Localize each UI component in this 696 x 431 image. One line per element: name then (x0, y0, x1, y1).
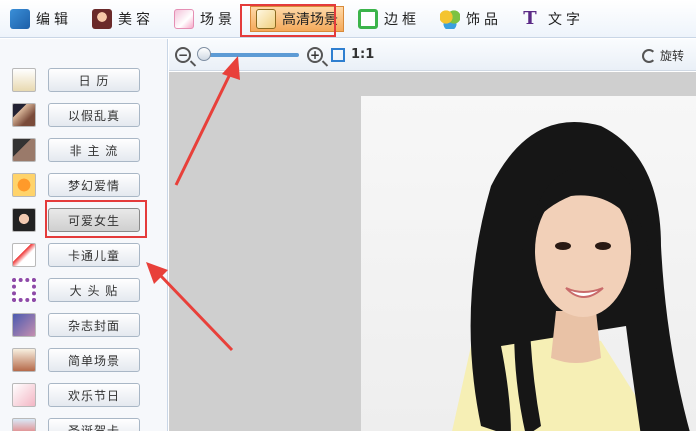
sidebar-item-simple-scene[interactable]: 简单场景 (12, 347, 162, 373)
sidebar-item-holiday[interactable]: 欢乐节日 (12, 382, 162, 408)
sidebar-button[interactable]: 杂志封面 (48, 313, 140, 337)
text-icon: T (523, 8, 541, 29)
sidebar-item-dream-love[interactable]: 梦幻爱情 (12, 172, 162, 198)
scene-category-sidebar: 日 历 以假乱真 非 主 流 梦幻爱情 可爱女生 卡通儿童 大 头 贴 杂志封面… (0, 39, 168, 431)
sidebar-item-christmas-card[interactable]: 圣诞贺卡 (12, 417, 162, 431)
magazine-thumbnail-icon (12, 313, 36, 337)
sidebar-button-selected[interactable]: 可爱女生 (48, 208, 140, 232)
portrait-photo (452, 122, 690, 431)
frame-icon (358, 8, 378, 29)
photo-sticker-thumbnail-icon (12, 278, 36, 302)
tab-hd-scene-label: 高清场景 (282, 11, 338, 28)
tab-beauty[interactable]: 美容 (86, 6, 160, 32)
sidebar-button[interactable]: 日 历 (48, 68, 140, 92)
calendar-thumbnail-icon (12, 68, 36, 92)
edit-icon (10, 8, 30, 29)
non-mainstream-thumbnail-icon (12, 138, 36, 162)
sidebar-button[interactable]: 卡通儿童 (48, 243, 140, 267)
sidebar-button[interactable]: 简单场景 (48, 348, 140, 372)
tab-scene-label: 场景 (200, 11, 236, 28)
holiday-thumbnail-icon (12, 383, 36, 407)
zoom-in-glyph: + (309, 47, 321, 62)
left-eye (555, 242, 571, 250)
rotate-icon (641, 48, 656, 63)
tab-decoration[interactable]: 饰品 (434, 6, 508, 32)
sidebar-button[interactable]: 大 头 贴 (48, 278, 140, 302)
tab-text[interactable]: T 文字 (516, 6, 590, 32)
tab-beauty-label: 美容 (118, 11, 154, 28)
beauty-icon (92, 8, 112, 29)
sidebar-item-non-mainstream[interactable]: 非 主 流 (12, 137, 162, 163)
zoom-slider-handle[interactable] (197, 46, 211, 61)
photo-canvas (169, 72, 696, 431)
main-toolbar: 编辑 美容 场景 高清场景 边框 饰品 T 文字 (0, 0, 696, 38)
rotate-label: 旋转 (659, 49, 684, 63)
sidebar-item-realistic[interactable]: 以假乱真 (12, 102, 162, 128)
tab-edit-label: 编辑 (36, 11, 72, 28)
tab-scene[interactable]: 场景 (168, 6, 242, 32)
tab-edit[interactable]: 编辑 (4, 6, 78, 32)
cute-girl-thumbnail-icon (12, 208, 36, 232)
tab-hd-scene[interactable]: 高清场景 (250, 5, 344, 32)
hd-scene-icon (256, 8, 276, 29)
sidebar-button[interactable]: 欢乐节日 (48, 383, 140, 407)
decoration-icon (440, 8, 460, 29)
sidebar-item-photo-sticker[interactable]: 大 头 贴 (12, 277, 162, 303)
rotate-button[interactable]: 旋转 (641, 47, 684, 64)
realistic-thumbnail-icon (12, 103, 36, 127)
sidebar-item-cute-girl[interactable]: 可爱女生 (12, 207, 162, 233)
photo-preview (361, 96, 696, 431)
neck-shape (551, 311, 601, 363)
sidebar-item-calendar[interactable]: 日 历 (12, 67, 162, 93)
christmas-thumbnail-icon (12, 418, 36, 431)
viewer-toolbar: − + 1:1 旋转 (169, 39, 696, 71)
tab-text-label: 文字 (548, 11, 584, 28)
zoom-out-glyph: − (177, 47, 189, 62)
simple-scene-thumbnail-icon (12, 348, 36, 372)
sidebar-item-cartoon-kids[interactable]: 卡通儿童 (12, 242, 162, 268)
sidebar-button[interactable]: 梦幻爱情 (48, 173, 140, 197)
sidebar-button[interactable]: 圣诞贺卡 (48, 418, 140, 431)
heart-thumbnail-icon (12, 173, 36, 197)
zoom-in-icon[interactable]: + (307, 46, 323, 63)
zoom-out-icon[interactable]: − (175, 46, 191, 63)
cartoon-thumbnail-icon (12, 243, 36, 267)
scene-icon (174, 8, 194, 29)
zoom-slider[interactable] (197, 46, 299, 61)
actual-size-button[interactable]: 1:1 (351, 47, 374, 62)
sidebar-button[interactable]: 非 主 流 (48, 138, 140, 162)
tab-decoration-label: 饰品 (466, 11, 502, 28)
tab-frame[interactable]: 边框 (352, 6, 426, 32)
right-eye (595, 242, 611, 250)
sidebar-item-magazine-cover[interactable]: 杂志封面 (12, 312, 162, 338)
tab-frame-label: 边框 (384, 11, 420, 28)
fit-to-window-icon[interactable] (331, 47, 345, 62)
sidebar-button[interactable]: 以假乱真 (48, 103, 140, 127)
